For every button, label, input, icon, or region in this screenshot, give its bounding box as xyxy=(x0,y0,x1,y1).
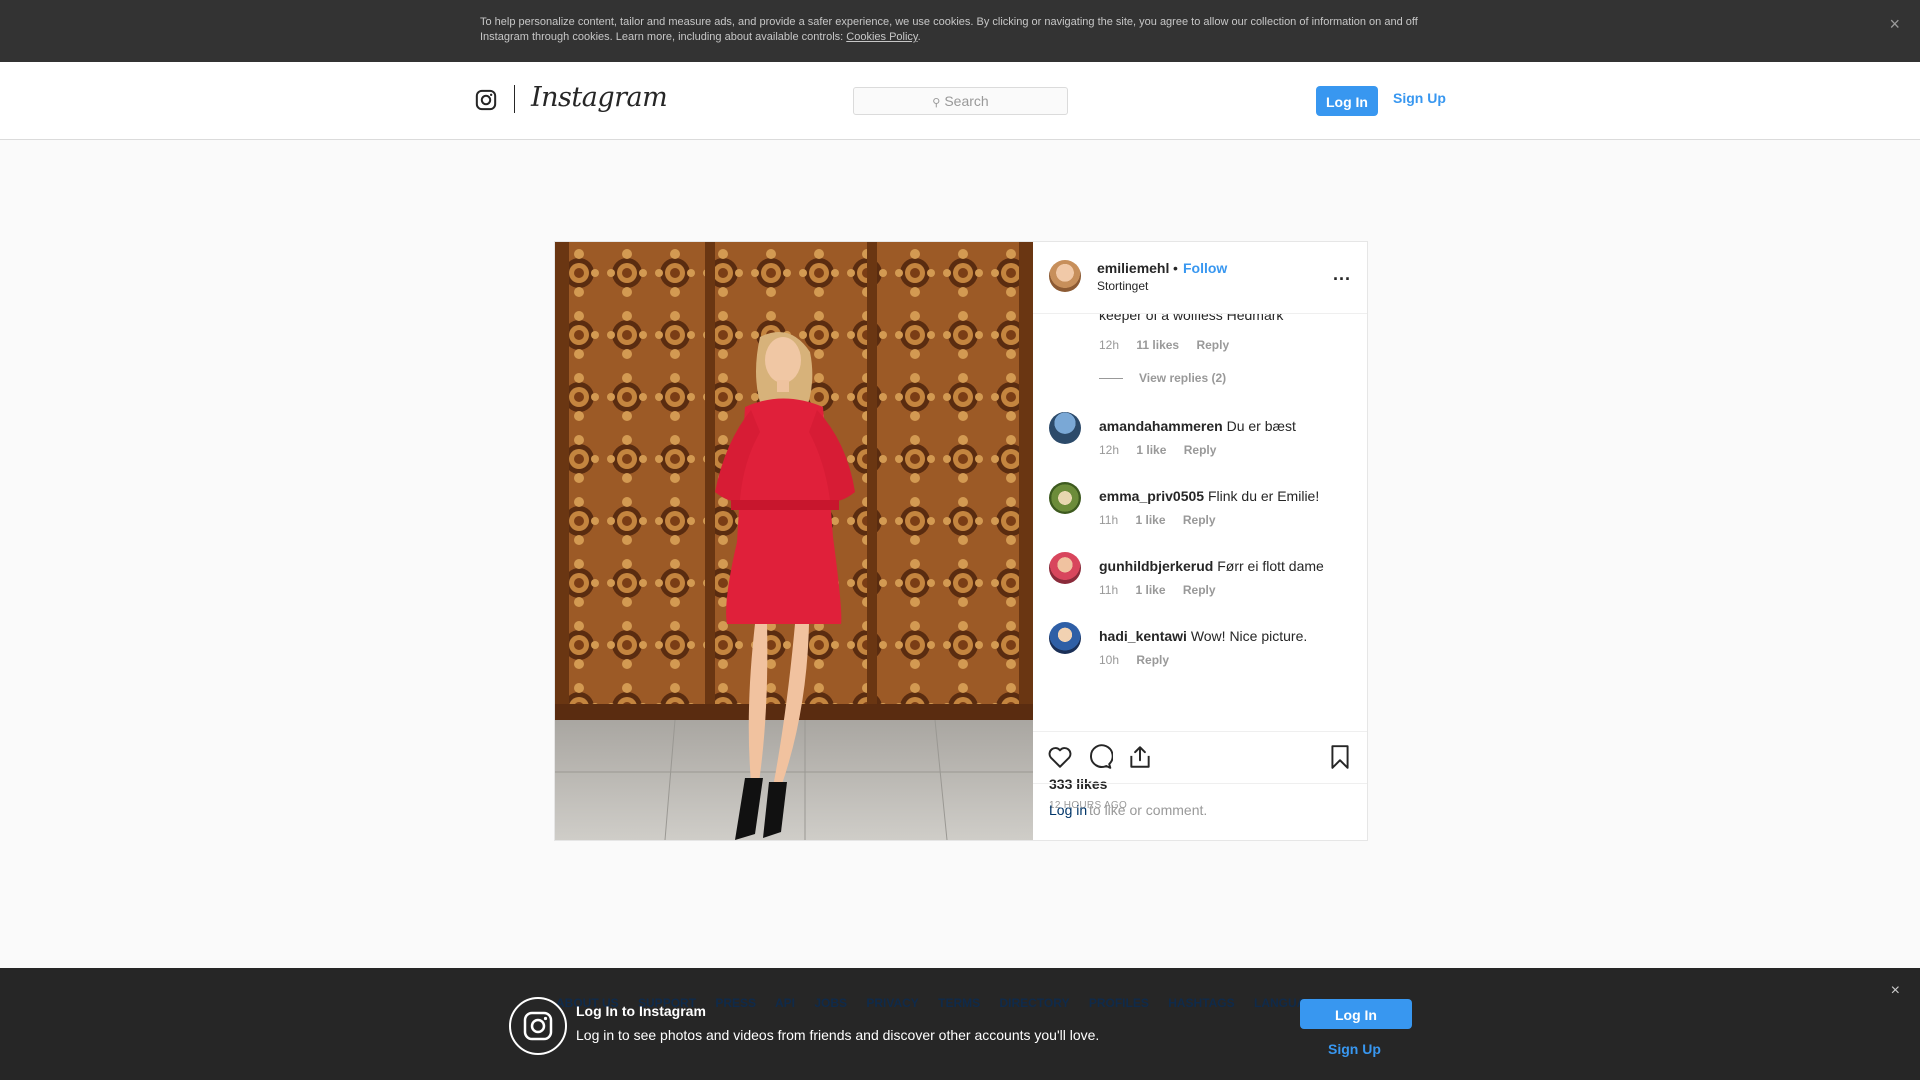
instagram-glyph-icon[interactable] xyxy=(475,89,497,111)
comment-icon[interactable] xyxy=(1087,744,1113,770)
comment-item: hadi_kentawi Wow! Nice picture. 10h Repl… xyxy=(1033,622,1367,682)
post-owner-username[interactable]: emiliemehl xyxy=(1097,260,1169,276)
bookmark-icon[interactable] xyxy=(1327,744,1353,770)
comment-meta: 12h 11 likes Reply xyxy=(1099,338,1243,352)
comment-item: emma_priv0505 Flink du er Emilie! 11h 1 … xyxy=(1033,482,1367,542)
login-button[interactable]: Log In xyxy=(1316,86,1378,116)
login-link[interactable]: Log in xyxy=(1049,802,1087,818)
comment-username[interactable]: hadi_kentawi xyxy=(1099,628,1187,644)
view-replies-button[interactable]: View replies (2) xyxy=(1099,371,1226,385)
footer-login-button[interactable]: Log In xyxy=(1300,999,1412,1029)
separator-dot: • xyxy=(1173,260,1178,276)
reply-button[interactable]: Reply xyxy=(1136,653,1169,667)
more-icon[interactable]: ... xyxy=(1333,264,1351,285)
avatar[interactable] xyxy=(1049,412,1081,444)
comment-time: 12h xyxy=(1099,338,1120,352)
reply-button[interactable]: Reply xyxy=(1183,513,1216,527)
cookies-policy-link[interactable]: Cookies Policy xyxy=(846,31,917,43)
footer-link-press[interactable]: PRESS xyxy=(715,996,756,1010)
footer-link-directory[interactable]: DIRECTORY xyxy=(999,996,1069,1010)
avatar[interactable] xyxy=(1049,482,1081,514)
comment-time: 10h xyxy=(1099,653,1120,667)
heart-icon[interactable] xyxy=(1047,744,1073,770)
reply-button[interactable]: Reply xyxy=(1196,338,1229,352)
reply-button[interactable]: Reply xyxy=(1184,443,1217,457)
cookie-period: . xyxy=(917,31,921,43)
footer-signup-link[interactable]: Sign Up xyxy=(1328,1041,1381,1057)
avatar[interactable] xyxy=(1049,622,1081,654)
comments-list[interactable]: keeper of a wolfless Hedmark 12h 11 like… xyxy=(1033,313,1367,731)
comment-meta: 11h 1 like Reply xyxy=(1099,513,1230,527)
reply-button[interactable]: Reply xyxy=(1183,583,1216,597)
post-header: emiliemehl • Follow Stortinget ... xyxy=(1033,242,1367,314)
login-to-comment: Log in to like or comment. xyxy=(1033,783,1367,841)
login-prompt-text: to like or comment. xyxy=(1089,802,1208,818)
footer-link-jobs[interactable]: JOBS xyxy=(814,996,847,1010)
close-icon[interactable]: × xyxy=(1889,14,1900,35)
location-link[interactable]: Stortinget xyxy=(1097,279,1148,293)
footer-description: Log in to see photos and videos from fri… xyxy=(576,1027,1100,1043)
replies-line xyxy=(1099,378,1123,380)
top-nav: Instagram ⚲ Search Log In Sign Up xyxy=(0,62,1920,140)
comment-likes[interactable]: 1 like xyxy=(1135,583,1165,597)
comment-item: gunhildbjerkerud Førr ei flott dame 11h … xyxy=(1033,552,1367,612)
comment-username[interactable]: emma_priv0505 xyxy=(1099,488,1204,504)
avatar[interactable] xyxy=(1049,552,1081,584)
signup-link[interactable]: Sign Up xyxy=(1393,90,1446,106)
comment-meta: 11h 1 like Reply xyxy=(1099,583,1230,597)
close-icon[interactable]: × xyxy=(1891,982,1900,1000)
share-icon[interactable] xyxy=(1127,744,1153,770)
comment-meta: 10h Reply xyxy=(1099,653,1183,667)
comment-time: 11h xyxy=(1099,513,1119,527)
footer-link-terms[interactable]: TERMS xyxy=(938,996,980,1010)
comment-body: Wow! Nice picture. xyxy=(1190,628,1308,644)
login-prompt-footer: ABOUT US SUPPORT PRESS API JOBS PRIVACY … xyxy=(0,968,1920,1080)
post-sidebar: emiliemehl • Follow Stortinget ... keepe… xyxy=(1033,242,1367,840)
comment-item: amandahammeren Du er bæst 12h 1 like Rep… xyxy=(1033,412,1367,472)
comment-text-truncated: keeper of a wolfless Hedmark xyxy=(1099,313,1284,323)
comment-username[interactable]: amandahammeren xyxy=(1099,418,1223,434)
comment-body: Førr ei flott dame xyxy=(1217,558,1324,574)
search-input[interactable]: ⚲ Search xyxy=(853,87,1068,115)
comment-time: 12h xyxy=(1099,443,1120,457)
post-card: emiliemehl • Follow Stortinget ... keepe… xyxy=(554,241,1368,841)
comment-body: Du er bæst xyxy=(1226,418,1296,434)
avatar[interactable] xyxy=(1049,260,1081,292)
instagram-wordmark[interactable]: Instagram xyxy=(531,82,668,113)
view-replies-label: View replies (2) xyxy=(1139,371,1227,385)
follow-button[interactable]: Follow xyxy=(1183,260,1227,276)
footer-link-privacy[interactable]: PRIVACY xyxy=(866,996,918,1010)
footer-link-hashtags[interactable]: HASHTAGS xyxy=(1168,996,1234,1010)
comment-likes[interactable]: 1 like xyxy=(1135,513,1165,527)
comment-likes[interactable]: 1 like xyxy=(1136,443,1166,457)
comment-username[interactable]: gunhildbjerkerud xyxy=(1099,558,1213,574)
comment-meta: 12h 1 like Reply xyxy=(1099,443,1230,457)
footer-link-profiles[interactable]: PROFILES xyxy=(1089,996,1149,1010)
instagram-glyph-icon xyxy=(509,997,567,1055)
post-photo[interactable] xyxy=(555,242,1033,840)
footer-link-api[interactable]: API xyxy=(775,996,795,1010)
comment-likes[interactable]: 11 likes xyxy=(1136,338,1179,352)
footer-title: Log In to Instagram xyxy=(576,1003,706,1019)
search-icon: ⚲ xyxy=(932,97,941,109)
logo-divider xyxy=(514,85,515,113)
search-placeholder: Search xyxy=(944,93,989,109)
cookie-message: To help personalize content, tailor and … xyxy=(480,16,1418,43)
comment-body: Flink du er Emilie! xyxy=(1207,488,1320,504)
cookie-banner: To help personalize content, tailor and … xyxy=(0,0,1920,62)
comment-time: 11h xyxy=(1099,583,1119,597)
cookie-text: To help personalize content, tailor and … xyxy=(480,15,1440,45)
